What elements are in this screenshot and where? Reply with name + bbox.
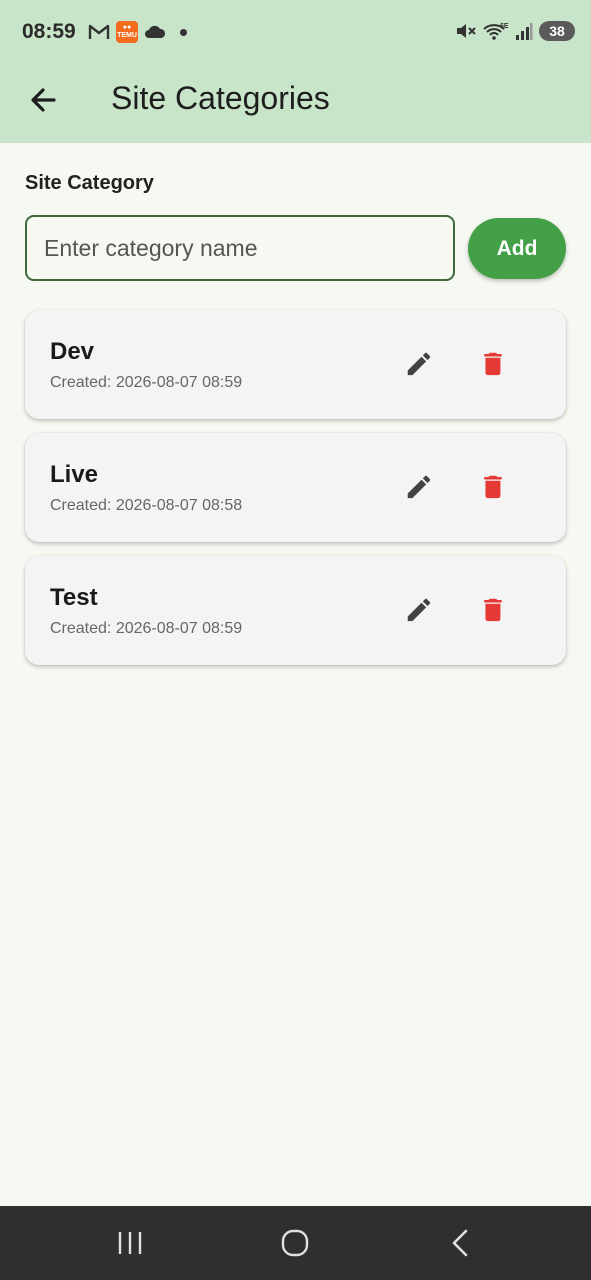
add-button[interactable]: Add	[468, 218, 566, 279]
list-item: Live Created: 2026-08-07 08:58	[25, 433, 566, 542]
temu-icon: ●● TEMU	[116, 21, 138, 43]
recents-button[interactable]	[110, 1226, 150, 1260]
category-name-input[interactable]	[27, 217, 453, 279]
cloud-icon	[144, 24, 166, 40]
svg-text:6E: 6E	[500, 23, 509, 30]
home-icon	[281, 1229, 309, 1257]
category-name: Dev	[50, 338, 95, 365]
created-date: Created: 2026-08-07 08:59	[50, 620, 243, 637]
home-button[interactable]	[275, 1226, 315, 1260]
edit-button[interactable]	[401, 469, 437, 505]
wifi-6e-icon: 6E	[483, 21, 509, 41]
delete-button[interactable]	[475, 346, 511, 382]
created-date: Created: 2026-08-07 08:59	[50, 374, 243, 391]
category-name: Live	[50, 461, 99, 488]
trash-icon	[484, 352, 502, 376]
signal-icon	[515, 21, 533, 41]
field-label: Site Category	[25, 172, 154, 194]
status-bar: 08:59 ●● TEMU 6E 38	[0, 0, 591, 66]
pencil-icon	[407, 598, 431, 622]
list-item: Dev Created: 2026-08-07 08:59	[25, 310, 566, 419]
app-bar: 08:59 ●● TEMU 6E 38 Site Categories	[0, 0, 591, 143]
back-button[interactable]	[24, 80, 64, 120]
category-input-container	[25, 215, 455, 281]
notification-icons: ●● TEMU	[88, 21, 187, 43]
battery-icon: 38	[539, 21, 575, 41]
dot-icon	[180, 28, 187, 36]
delete-button[interactable]	[475, 469, 511, 505]
delete-button[interactable]	[475, 592, 511, 628]
status-time: 08:59	[22, 20, 76, 43]
edit-button[interactable]	[401, 346, 437, 382]
back-icon	[452, 1229, 468, 1257]
page-title: Site Categories	[111, 80, 330, 116]
system-navigation-bar	[0, 1206, 591, 1280]
nav-back-button[interactable]	[440, 1226, 480, 1260]
mute-icon	[455, 21, 477, 41]
system-icons: 6E 38	[455, 21, 575, 41]
trash-icon	[484, 598, 502, 622]
edit-button[interactable]	[401, 592, 437, 628]
pencil-icon	[407, 352, 431, 376]
list-item: Test Created: 2026-08-07 08:59	[25, 556, 566, 665]
trash-icon	[484, 475, 502, 499]
created-date: Created: 2026-08-07 08:58	[50, 497, 243, 514]
category-name: Test	[50, 584, 98, 611]
recents-icon	[118, 1232, 142, 1254]
arrow-back-icon	[31, 88, 56, 112]
gmail-icon	[88, 23, 110, 41]
pencil-icon	[407, 475, 431, 499]
